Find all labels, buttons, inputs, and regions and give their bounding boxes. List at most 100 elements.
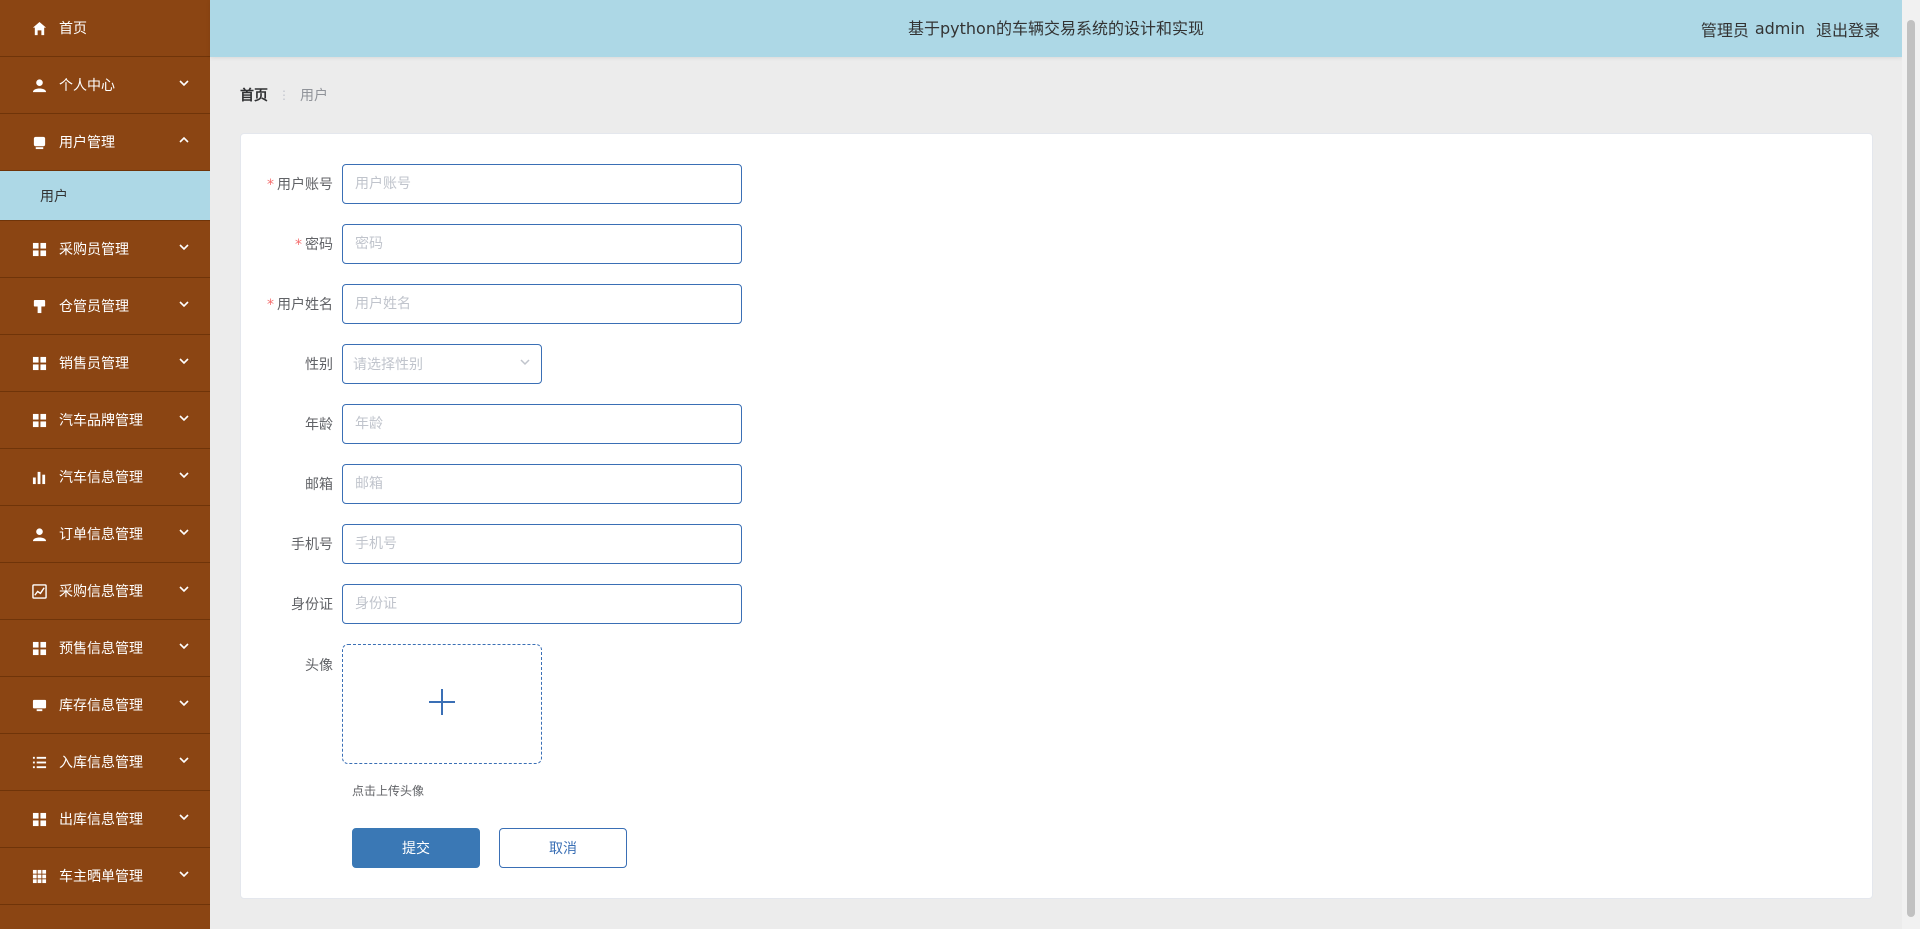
password-input[interactable] (342, 224, 742, 264)
sidebar-item-purchaser-management[interactable]: 采购员管理 (0, 221, 210, 278)
required-mark: * (267, 177, 274, 193)
chevron-down-icon (178, 526, 190, 538)
breadcrumb-current: 用户 (300, 88, 328, 104)
logout-link[interactable]: 退出登录 (1816, 17, 1880, 41)
gender-label: 性别 (305, 357, 333, 373)
sidebar-item-label: 入库信息管理 (59, 755, 143, 771)
chevron-down-icon (178, 697, 190, 709)
scrollbar-thumb[interactable] (1907, 20, 1915, 917)
sidebar-item-car-info-management[interactable]: 汽车信息管理 (0, 449, 210, 506)
upload-tip: 点击上传头像 (352, 784, 425, 798)
grid-icon (31, 355, 47, 371)
sidebar-item-label: 采购信息管理 (59, 584, 143, 600)
gender-select-placeholder: 请选择性别 (353, 357, 423, 373)
sidebar-item-label: 订单信息管理 (59, 527, 143, 543)
sidebar-item-label: 出库信息管理 (59, 812, 143, 828)
form-row-age: 年龄 (241, 404, 742, 444)
chevron-down-icon (178, 754, 190, 766)
chevron-down-icon (178, 241, 190, 253)
submit-button[interactable]: 提交 (352, 828, 480, 868)
avatar-label: 头像 (305, 658, 333, 674)
breadcrumb: 首页 ⋮ 用户 (240, 85, 328, 105)
form-row-avatar: 头像 (241, 644, 542, 764)
grid-icon (31, 811, 47, 827)
required-mark: * (295, 237, 302, 253)
sidebar-item-stock-out-management[interactable]: 出库信息管理 (0, 791, 210, 848)
account-label: * 用户账号 (267, 177, 333, 193)
chevron-down-icon (178, 412, 190, 424)
sidebar-item-label: 库存信息管理 (59, 698, 143, 714)
page-scrollbar[interactable] (1902, 0, 1920, 929)
plus-icon (427, 687, 457, 721)
email-input[interactable] (342, 464, 742, 504)
sidebar-item-warehouse-keeper-management[interactable]: 仓管员管理 (0, 278, 210, 335)
breadcrumb-separator: ⋮ (278, 88, 290, 102)
monitor-icon (31, 697, 47, 713)
form-row-password: * 密码 (241, 224, 742, 264)
sidebar-item-purchase-info-management[interactable]: 采购信息管理 (0, 563, 210, 620)
grid-icon (31, 412, 47, 428)
sidebar-item-profile[interactable]: 个人中心 (0, 57, 210, 114)
form-row-email: 邮箱 (241, 464, 742, 504)
name-input[interactable] (342, 284, 742, 324)
grid-icon (31, 640, 47, 656)
age-input[interactable] (342, 404, 742, 444)
age-label: 年龄 (305, 417, 333, 433)
bar-chart-icon (31, 469, 47, 485)
form-row-phone: 手机号 (241, 524, 742, 564)
sidebar-item-owner-showcase-management[interactable]: 车主晒单管理 (0, 848, 210, 905)
gender-select[interactable]: 请选择性别 (342, 344, 542, 384)
cancel-button[interactable]: 取消 (499, 828, 627, 868)
sidebar-item-order-info-management[interactable]: 订单信息管理 (0, 506, 210, 563)
sidebar-item-label: 个人中心 (59, 78, 115, 94)
sidebar-item-user-management[interactable]: 用户管理 (0, 114, 210, 171)
sidebar-item-label: 车主晒单管理 (59, 869, 143, 885)
sidebar-item-inventory-info-management[interactable]: 库存信息管理 (0, 677, 210, 734)
chevron-down-icon (178, 811, 190, 823)
sidebar-item-presale-info-management[interactable]: 预售信息管理 (0, 620, 210, 677)
phone-label: 手机号 (291, 537, 333, 553)
chevron-down-icon (178, 298, 190, 310)
id-card-input[interactable] (342, 584, 742, 624)
app-title: 基于python的车辆交易系统的设计和实现 (908, 19, 1204, 38)
sidebar-item-label: 销售员管理 (59, 356, 129, 372)
sidebar-item-label: 用户管理 (59, 135, 115, 151)
chevron-down-icon (178, 868, 190, 880)
table-icon (31, 868, 47, 884)
form-row-gender: 性别 请选择性别 (241, 344, 542, 384)
sidebar-item-label: 采购员管理 (59, 242, 129, 258)
phone-input[interactable] (342, 524, 742, 564)
sidebar: 首页 个人中心 用户管理 用户 采购员管理 仓管员管理 销售员管理 汽车品牌管理… (0, 0, 210, 929)
sidebar-item-salesperson-management[interactable]: 销售员管理 (0, 335, 210, 392)
user-icon (31, 77, 47, 93)
top-header: 基于python的车辆交易系统的设计和实现 管理员 admin 退出登录 (210, 0, 1902, 57)
sidebar-item-stock-in-management[interactable]: 入库信息管理 (0, 734, 210, 791)
password-label: * 密码 (295, 237, 333, 253)
chevron-down-icon (178, 583, 190, 595)
user-role: 管理员 (1700, 20, 1749, 40)
sidebar-item-label: 汽车信息管理 (59, 470, 143, 486)
name-label: * 用户姓名 (267, 297, 333, 313)
breadcrumb-home[interactable]: 首页 (240, 85, 268, 105)
form-row-name: * 用户姓名 (241, 284, 742, 324)
form-row-account: * 用户账号 (241, 164, 742, 204)
list-icon (31, 754, 47, 770)
sidebar-item-home[interactable]: 首页 (0, 0, 210, 57)
chevron-down-icon (178, 355, 190, 367)
account-input[interactable] (342, 164, 742, 204)
user-area: 管理员 admin 退出登录 (1701, 0, 1880, 57)
form-row-id-card: 身份证 (241, 584, 742, 624)
sidebar-item-label: 仓管员管理 (59, 299, 129, 315)
sidebar-item-car-brand-management[interactable]: 汽车品牌管理 (0, 392, 210, 449)
email-label: 邮箱 (305, 477, 333, 493)
chevron-down-icon (178, 640, 190, 652)
sidebar-item-label: 汽车品牌管理 (59, 413, 143, 429)
form-card: *用户账号 *密码 *用户姓名 性别 请选择性别 年龄 邮箱 手机号 身份证 头… (240, 133, 1873, 899)
chevron-up-icon (178, 134, 190, 146)
brush-icon (31, 298, 47, 314)
home-icon (31, 20, 47, 36)
chevron-down-icon (178, 77, 190, 89)
folder-icon (31, 134, 47, 150)
sidebar-subitem-user[interactable]: 用户 (0, 171, 210, 221)
avatar-uploader[interactable] (342, 644, 542, 764)
